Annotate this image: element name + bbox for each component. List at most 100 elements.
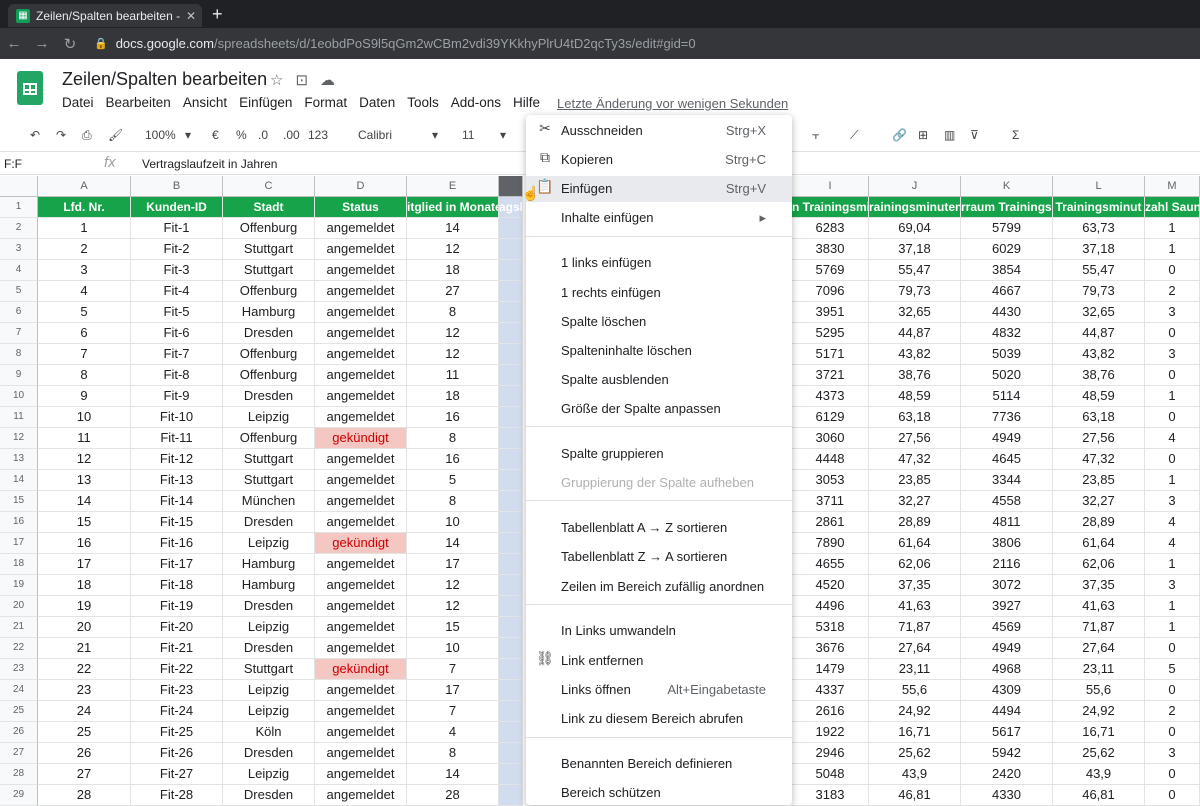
table-cell[interactable]: 55,6 <box>869 680 961 701</box>
table-cell[interactable]: Fit-7 <box>131 344 223 365</box>
decrease-decimals-button[interactable]: .0 <box>258 128 268 142</box>
table-cell[interactable]: angemeldet <box>315 680 407 701</box>
table-cell[interactable]: 61,64 <box>869 533 961 554</box>
table-cell[interactable]: 46,81 <box>869 785 961 806</box>
selected-column-cell[interactable] <box>499 344 523 365</box>
table-cell[interactable]: 47,32 <box>1053 449 1145 470</box>
context-menu-item-kopieren[interactable]: ⧉ Kopieren Strg+C <box>526 147 792 173</box>
table-cell[interactable]: 27,64 <box>1053 638 1145 659</box>
table-cell[interactable]: angemeldet <box>315 638 407 659</box>
table-cell[interactable]: Fit-10 <box>131 407 223 428</box>
table-cell[interactable]: 4569 <box>961 617 1053 638</box>
table-cell[interactable]: 3060 <box>792 428 869 449</box>
table-cell[interactable]: 71,87 <box>869 617 961 638</box>
table-cell[interactable]: 28 <box>38 785 131 806</box>
table-cell[interactable]: 4373 <box>792 386 869 407</box>
table-cell[interactable]: 22 <box>38 659 131 680</box>
table-cell[interactable]: gekündigt <box>315 428 407 449</box>
table-cell[interactable]: 3830 <box>792 239 869 260</box>
menu-hilfe[interactable]: Hilfe <box>513 95 540 110</box>
table-cell[interactable]: 5048 <box>792 764 869 785</box>
lock-icon[interactable]: 🔒 <box>94 37 108 50</box>
table-cell[interactable]: angemeldet <box>315 512 407 533</box>
table-cell[interactable]: 3 <box>1145 743 1200 764</box>
table-cell[interactable]: 41,63 <box>869 596 961 617</box>
table-cell[interactable]: angemeldet <box>315 260 407 281</box>
table-cell[interactable]: 3 <box>1145 575 1200 596</box>
table-header-cell[interactable]: Lfd. Nr. <box>38 197 131 218</box>
selected-column-cell[interactable] <box>499 449 523 470</box>
table-cell[interactable]: 5 <box>407 470 499 491</box>
selected-column-cell[interactable] <box>499 659 523 680</box>
undo-icon[interactable]: ↶ <box>30 128 40 142</box>
table-cell[interactable]: 1 <box>1145 617 1200 638</box>
table-cell[interactable]: 12 <box>407 323 499 344</box>
table-cell[interactable]: 24,92 <box>1053 701 1145 722</box>
table-cell[interactable]: angemeldet <box>315 575 407 596</box>
font-size-select[interactable]: 11 <box>462 128 474 142</box>
menu-format[interactable]: Format <box>304 95 347 110</box>
table-cell[interactable]: 16 <box>407 449 499 470</box>
row-header[interactable]: 14 <box>0 470 38 491</box>
column-header-b[interactable]: B <box>131 176 223 197</box>
table-cell[interactable]: 7 <box>407 659 499 680</box>
table-cell[interactable]: 1922 <box>792 722 869 743</box>
table-cell[interactable]: 9 <box>38 386 131 407</box>
table-cell[interactable]: 4309 <box>961 680 1053 701</box>
selected-column-cell[interactable] <box>499 491 523 512</box>
table-cell[interactable]: Fit-14 <box>131 491 223 512</box>
table-cell[interactable]: 4 <box>1145 533 1200 554</box>
table-cell[interactable]: 17 <box>407 680 499 701</box>
context-menu-item-1-rechts-einfügen[interactable]: 1 rechts einfügen <box>526 280 792 306</box>
table-cell[interactable]: Stuttgart <box>223 659 315 680</box>
filter-icon[interactable]: ⊽ <box>970 128 979 142</box>
table-cell[interactable]: 2116 <box>961 554 1053 575</box>
table-cell[interactable]: 14 <box>38 491 131 512</box>
table-cell[interactable]: 1 <box>1145 554 1200 575</box>
table-cell[interactable]: 71,87 <box>1053 617 1145 638</box>
table-cell[interactable]: 6129 <box>792 407 869 428</box>
menu-add-ons[interactable]: Add-ons <box>451 95 501 110</box>
table-cell[interactable]: 7890 <box>792 533 869 554</box>
table-cell[interactable]: 48,59 <box>869 386 961 407</box>
table-cell[interactable]: 3053 <box>792 470 869 491</box>
table-cell[interactable]: 5 <box>38 302 131 323</box>
context-menu-item-tabellenblatt-a-z-sortieren[interactable]: Tabellenblatt A → Z sortieren <box>526 515 792 541</box>
selected-column-cell[interactable] <box>499 428 523 449</box>
table-cell[interactable]: 7736 <box>961 407 1053 428</box>
table-cell[interactable]: 4337 <box>792 680 869 701</box>
new-tab-button[interactable]: + <box>212 4 223 25</box>
table-cell[interactable]: 3183 <box>792 785 869 806</box>
row-header[interactable]: 26 <box>0 722 38 743</box>
table-cell[interactable]: Fit-27 <box>131 764 223 785</box>
table-cell[interactable]: 23,11 <box>869 659 961 680</box>
table-header-cell[interactable]: itglied in Monate <box>407 197 499 218</box>
table-cell[interactable]: 5039 <box>961 344 1053 365</box>
table-cell[interactable]: Dresden <box>223 323 315 344</box>
table-cell[interactable]: Fit-4 <box>131 281 223 302</box>
table-cell[interactable]: Leipzig <box>223 701 315 722</box>
selected-column-cell[interactable] <box>499 302 523 323</box>
table-cell[interactable]: Fit-12 <box>131 449 223 470</box>
table-cell[interactable]: 4330 <box>961 785 1053 806</box>
table-cell[interactable]: 23,85 <box>869 470 961 491</box>
table-cell[interactable]: 10 <box>38 407 131 428</box>
table-cell[interactable]: 2 <box>1145 281 1200 302</box>
table-cell[interactable]: 24 <box>38 701 131 722</box>
table-header-cell[interactable]: zahl Saun <box>1145 197 1200 218</box>
table-cell[interactable]: Stuttgart <box>223 239 315 260</box>
table-cell[interactable]: 3 <box>38 260 131 281</box>
table-cell[interactable]: Hamburg <box>223 554 315 575</box>
table-cell[interactable]: 3927 <box>961 596 1053 617</box>
table-cell[interactable]: 4430 <box>961 302 1053 323</box>
table-cell[interactable]: 62,06 <box>869 554 961 575</box>
selected-column-cell[interactable] <box>499 680 523 701</box>
table-cell[interactable]: angemeldet <box>315 470 407 491</box>
table-cell[interactable]: 26 <box>38 743 131 764</box>
selected-column-cell[interactable] <box>499 575 523 596</box>
table-cell[interactable]: angemeldet <box>315 449 407 470</box>
table-cell[interactable]: 16 <box>407 407 499 428</box>
table-cell[interactable]: 11 <box>38 428 131 449</box>
table-cell[interactable]: 2420 <box>961 764 1053 785</box>
table-cell[interactable]: 0 <box>1145 323 1200 344</box>
